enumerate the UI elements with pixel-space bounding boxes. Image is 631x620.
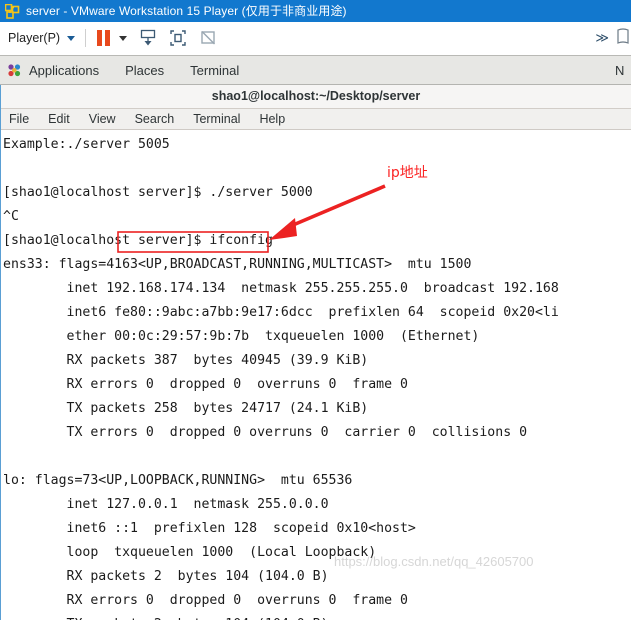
menu-help[interactable]: Help (259, 112, 285, 126)
terminal-line: ^C (3, 208, 19, 224)
terminal-line: lo: flags=73<UP,LOOPBACK,RUNNING> mtu 65… (3, 472, 353, 488)
terminal-line: RX errors 0 dropped 0 overruns 0 frame 0 (3, 376, 408, 392)
terminal-line: inet 127.0.0.1 netmask 255.0.0.0 (3, 496, 329, 512)
help-icon[interactable] (617, 27, 629, 50)
vmware-window-title: server - VMware Workstation 15 Player (仅… (26, 4, 347, 18)
terminal-window: shao1@localhost:~/Desktop/server File Ed… (0, 85, 631, 620)
overflow-chevrons-icon[interactable]: ≫ (595, 30, 609, 46)
terminal-title: shao1@localhost:~/Desktop/server (211, 89, 421, 104)
terminal-titlebar: shao1@localhost:~/Desktop/server (1, 85, 631, 109)
gnome-panel-clock[interactable]: N (615, 56, 629, 84)
menu-edit[interactable]: Edit (48, 112, 70, 126)
terminal-line: inet6 ::1 prefixlen 128 scopeid 0x10<hos… (3, 520, 416, 536)
pause-dropdown-chevron-down-icon[interactable] (119, 35, 128, 41)
terminal-line: Example:./server 5005 (3, 136, 170, 152)
menu-terminal[interactable]: Terminal (193, 112, 240, 126)
terminal-line: TX packets 258 bytes 24717 (24.1 KiB) (3, 400, 369, 416)
terminal-line: RX packets 2 bytes 104 (104.0 B) (3, 568, 329, 584)
menu-view[interactable]: View (89, 112, 116, 126)
terminal-line: [shao1@localhost server]$ ifconfig (3, 232, 273, 248)
toolbar-right-group: ≫ (595, 27, 631, 50)
chevron-down-icon (67, 35, 76, 41)
menu-search[interactable]: Search (135, 112, 175, 126)
terminal-line: TX packets 2 bytes 104 (104.0 B) (2, 613, 631, 620)
player-menu-button[interactable]: Player(P) (8, 31, 76, 45)
terminal-line: [shao1@localhost server]$ ./server 5000 (3, 184, 313, 200)
pause-button[interactable] (97, 30, 111, 46)
terminal-line: RX errors 0 dropped 0 overruns 0 frame 0 (3, 592, 408, 608)
terminal-line: loop txqueuelen 1000 (Local Loopback) (3, 544, 377, 560)
terminal-output-area[interactable]: Example:./server 5005 [shao1@localhost se… (1, 129, 631, 620)
unity-mode-icon[interactable] (196, 27, 220, 49)
gnome-menu-applications[interactable]: Applications (29, 63, 99, 78)
vmware-logo-icon (4, 3, 20, 19)
terminal-line: TX errors 0 dropped 0 overruns 0 carrier… (3, 424, 528, 440)
terminal-line: RX packets 387 bytes 40945 (39.9 KiB) (3, 352, 369, 368)
applications-icon (7, 63, 22, 78)
terminal-line: ether 00:0c:29:57:9b:7b txqueuelen 1000 … (3, 328, 480, 344)
gnome-menu-terminal[interactable]: Terminal (190, 63, 239, 78)
terminal-menubar: File Edit View Search Terminal Help (1, 108, 631, 130)
terminal-line: inet6 fe80::9abc:a7bb:9e17:6dcc prefixle… (3, 304, 559, 320)
fullscreen-icon[interactable] (166, 27, 190, 49)
send-key-icon[interactable] (136, 27, 160, 49)
terminal-lines: Example:./server 5005 [shao1@localhost se… (2, 133, 631, 620)
menu-file[interactable]: File (9, 112, 29, 126)
terminal-line: ens33: flags=4163<UP,BROADCAST,RUNNING,M… (3, 256, 472, 272)
player-menu-label: Player(P) (8, 31, 61, 45)
toolbar-separator (85, 29, 87, 47)
vmware-toolbar: Player(P) ≫ (0, 22, 631, 55)
vmware-titlebar: server - VMware Workstation 15 Player (仅… (0, 0, 631, 22)
gnome-top-panel: Applications Places Terminal N (0, 55, 631, 85)
gnome-menu-places[interactable]: Places (125, 63, 164, 78)
terminal-line: inet 192.168.174.134 netmask 255.255.255… (3, 280, 559, 296)
